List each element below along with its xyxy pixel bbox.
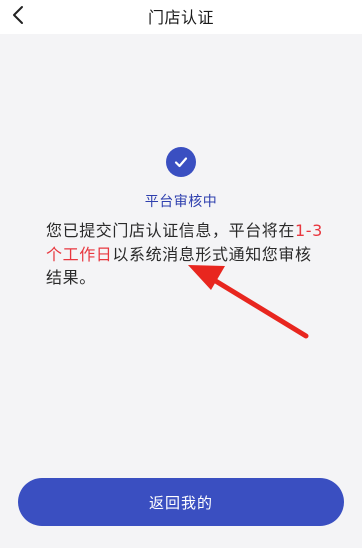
status-message: 您已提交门店认证信息，平台将在1-3个工作日以系统消息形式通知您审核结果。	[46, 219, 324, 290]
message-highlight-workdays: 个工作日	[46, 244, 113, 264]
store-verification-screen: 门店认证 平台审核中 您已提交门店认证信息，平台将在1-3个工作日以系统消息形式…	[0, 0, 362, 548]
page-title: 门店认证	[147, 8, 214, 27]
return-to-mine-button[interactable]: 返回我的	[18, 478, 344, 526]
status-title: 平台审核中	[144, 194, 218, 210]
check-circle-icon	[166, 147, 196, 177]
message-highlight-days: 1-3	[295, 221, 323, 240]
message-text: 您已提交门店认证信息，平台将在	[46, 221, 296, 240]
nav-bar: 门店认证	[0, 0, 362, 34]
